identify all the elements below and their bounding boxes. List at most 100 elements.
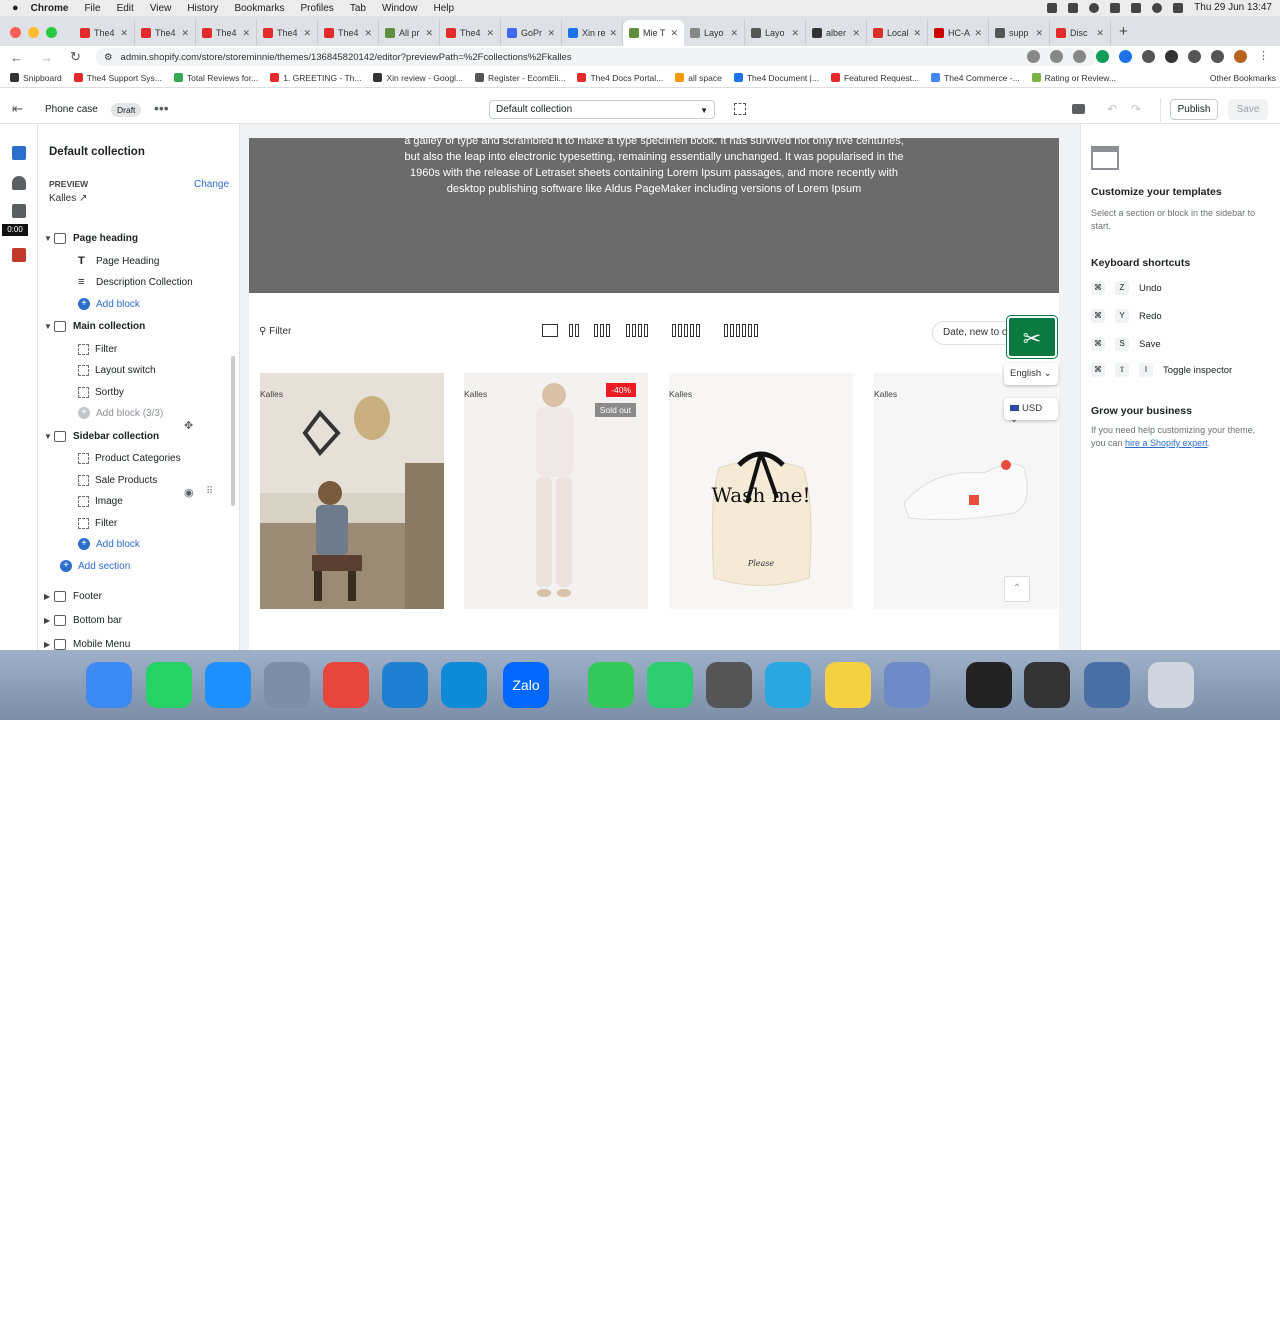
browser-tab[interactable]: The4 ✕ — [257, 20, 318, 46]
product-image[interactable]: Wash me! Please — [669, 373, 853, 609]
more-vertical-icon[interactable]: ⋮ — [1257, 50, 1270, 63]
browser-tab[interactable]: Xin re ✕ — [562, 20, 623, 46]
product-image[interactable]: -40% Sold out — [464, 373, 648, 609]
close-window-button[interactable] — [10, 27, 21, 38]
section-item[interactable]: ▼ Page heading — [44, 228, 138, 248]
sections-icon[interactable] — [12, 146, 26, 160]
bookmark-item[interactable]: all space — [675, 73, 722, 83]
share-icon[interactable] — [1050, 50, 1063, 63]
browser-tab[interactable]: The4 ✕ — [74, 20, 135, 46]
edge-icon[interactable] — [441, 662, 487, 708]
chevron-right-icon[interactable]: ▶ — [44, 640, 54, 649]
browser-tab[interactable]: The4 ✕ — [318, 20, 379, 46]
minimize-window-button[interactable] — [28, 27, 39, 38]
browser-tab[interactable]: alber ✕ — [806, 20, 867, 46]
menu-tab[interactable]: Tab — [350, 3, 366, 14]
block-item[interactable]: T Page Heading — [78, 251, 159, 271]
extension-icon[interactable] — [1142, 50, 1155, 63]
close-tab-icon[interactable]: ✕ — [425, 28, 433, 39]
bookmark-item[interactable]: The4 Commerce -... — [931, 73, 1020, 83]
close-tab-icon[interactable]: ✕ — [670, 28, 678, 39]
block-item[interactable]: Sortby — [78, 382, 124, 402]
vscode-icon[interactable] — [382, 662, 428, 708]
menubar-clock[interactable]: Thu 29 Jun 13:47 — [1194, 2, 1272, 13]
menu-view[interactable]: View — [150, 3, 172, 14]
launchpad-icon[interactable] — [264, 662, 310, 708]
layout-3-col-icon[interactable] — [594, 324, 610, 337]
sidepanel-icon[interactable] — [1211, 50, 1224, 63]
block-item[interactable]: Filter — [78, 339, 117, 359]
status-icon[interactable] — [1110, 2, 1121, 13]
eye-icon[interactable]: ◉ — [184, 486, 194, 499]
block-item[interactable]: Product Categories — [78, 448, 181, 468]
bookmark-item[interactable]: The4 Docs Portal... — [577, 73, 663, 83]
window-thumbnail-icon[interactable] — [1024, 662, 1070, 708]
close-tab-icon[interactable]: ✕ — [486, 28, 494, 39]
whatsapp-icon[interactable] — [146, 662, 192, 708]
inspector-icon[interactable] — [734, 103, 746, 115]
close-tab-icon[interactable]: ✕ — [1096, 28, 1104, 39]
browser-tab[interactable]: supp ✕ — [989, 20, 1050, 46]
close-tab-icon[interactable]: ✕ — [913, 28, 921, 39]
chrome-icon[interactable] — [323, 662, 369, 708]
terminal-window-icon[interactable] — [966, 662, 1012, 708]
hire-expert-link[interactable]: hire a Shopify expert — [1125, 438, 1208, 448]
product-image[interactable] — [260, 373, 444, 609]
preview-icon[interactable] — [884, 662, 930, 708]
record-icon[interactable] — [12, 248, 26, 262]
product-vendor[interactable]: Kalles — [874, 389, 897, 399]
status-icon[interactable] — [1089, 2, 1100, 13]
more-horizontal-icon[interactable]: ••• — [154, 100, 169, 116]
tools-fab-button[interactable]: ✂ — [1007, 316, 1057, 358]
extension-icon[interactable] — [1165, 50, 1178, 63]
product-vendor[interactable]: Kalles — [464, 389, 487, 399]
close-tab-icon[interactable]: ✕ — [1035, 28, 1043, 39]
exit-icon[interactable]: ⇤ — [12, 101, 23, 117]
drag-handle-icon[interactable]: ⠿ — [206, 486, 213, 497]
undo-icon[interactable]: ↶ — [1107, 102, 1117, 116]
browser-tab[interactable]: All pr ✕ — [379, 20, 440, 46]
browser-tab[interactable]: Local ✕ — [867, 20, 928, 46]
bookmark-item[interactable]: The4 Support Sys... — [73, 73, 162, 83]
layout-4-col-icon[interactable] — [626, 324, 648, 337]
close-tab-icon[interactable]: ✕ — [303, 28, 311, 39]
extension-icon[interactable] — [1096, 50, 1109, 63]
bookmark-item[interactable]: The4 Document |... — [733, 73, 819, 83]
desktop-icon[interactable] — [1072, 104, 1085, 114]
currency-switcher[interactable]: USD ⌄ — [1004, 398, 1058, 425]
section-group-item[interactable]: ▶ Mobile Menu — [44, 634, 130, 650]
forward-arrow-icon[interactable]: → — [40, 50, 60, 65]
section-group-item[interactable]: ▶ Bottom bar — [44, 610, 122, 630]
theme-settings-icon[interactable] — [12, 176, 26, 190]
add-block-button[interactable]: + Add block — [78, 534, 140, 554]
window-thumbnail-icon[interactable] — [1084, 662, 1130, 708]
key-icon[interactable] — [1027, 50, 1040, 63]
bookmark-item[interactable]: Register - EcomEli... — [475, 73, 565, 83]
status-icon[interactable] — [1068, 2, 1079, 13]
menu-profiles[interactable]: Profiles — [300, 3, 333, 14]
facetime-icon[interactable] — [647, 662, 693, 708]
bookmark-item[interactable]: Total Reviews for... — [173, 73, 258, 83]
close-tab-icon[interactable]: ✕ — [730, 28, 738, 39]
chevron-down-icon[interactable]: ▼ — [44, 432, 54, 441]
product-vendor[interactable]: Kalles — [669, 389, 692, 399]
bookmark-item[interactable]: Snipboard — [10, 73, 62, 83]
browser-tab[interactable]: The4 ✕ — [196, 20, 257, 46]
product-card[interactable]: Wash me! Please — [669, 373, 853, 609]
quicktime-icon[interactable] — [765, 662, 811, 708]
back-to-top-button[interactable]: ⌃ — [1004, 576, 1030, 602]
chevron-down-icon[interactable]: ▼ — [44, 322, 54, 331]
close-tab-icon[interactable]: ✕ — [974, 28, 982, 39]
calculator-icon[interactable] — [706, 662, 752, 708]
chevron-right-icon[interactable]: ▶ — [44, 616, 54, 625]
add-section-button[interactable]: + Add section — [60, 556, 130, 576]
section-item[interactable]: ▼ Main collection — [44, 316, 145, 336]
layout-list-icon[interactable] — [542, 324, 558, 337]
finder-icon[interactable] — [86, 662, 132, 708]
control-center-icon[interactable] — [1173, 2, 1184, 13]
section-item[interactable]: ▼ Sidebar collection — [44, 426, 159, 446]
search-icon[interactable] — [1152, 2, 1163, 13]
apple-icon[interactable]: ● — [12, 2, 19, 14]
menu-app[interactable]: Chrome — [31, 3, 69, 14]
site-info-icon[interactable]: ⚙ — [104, 52, 113, 63]
